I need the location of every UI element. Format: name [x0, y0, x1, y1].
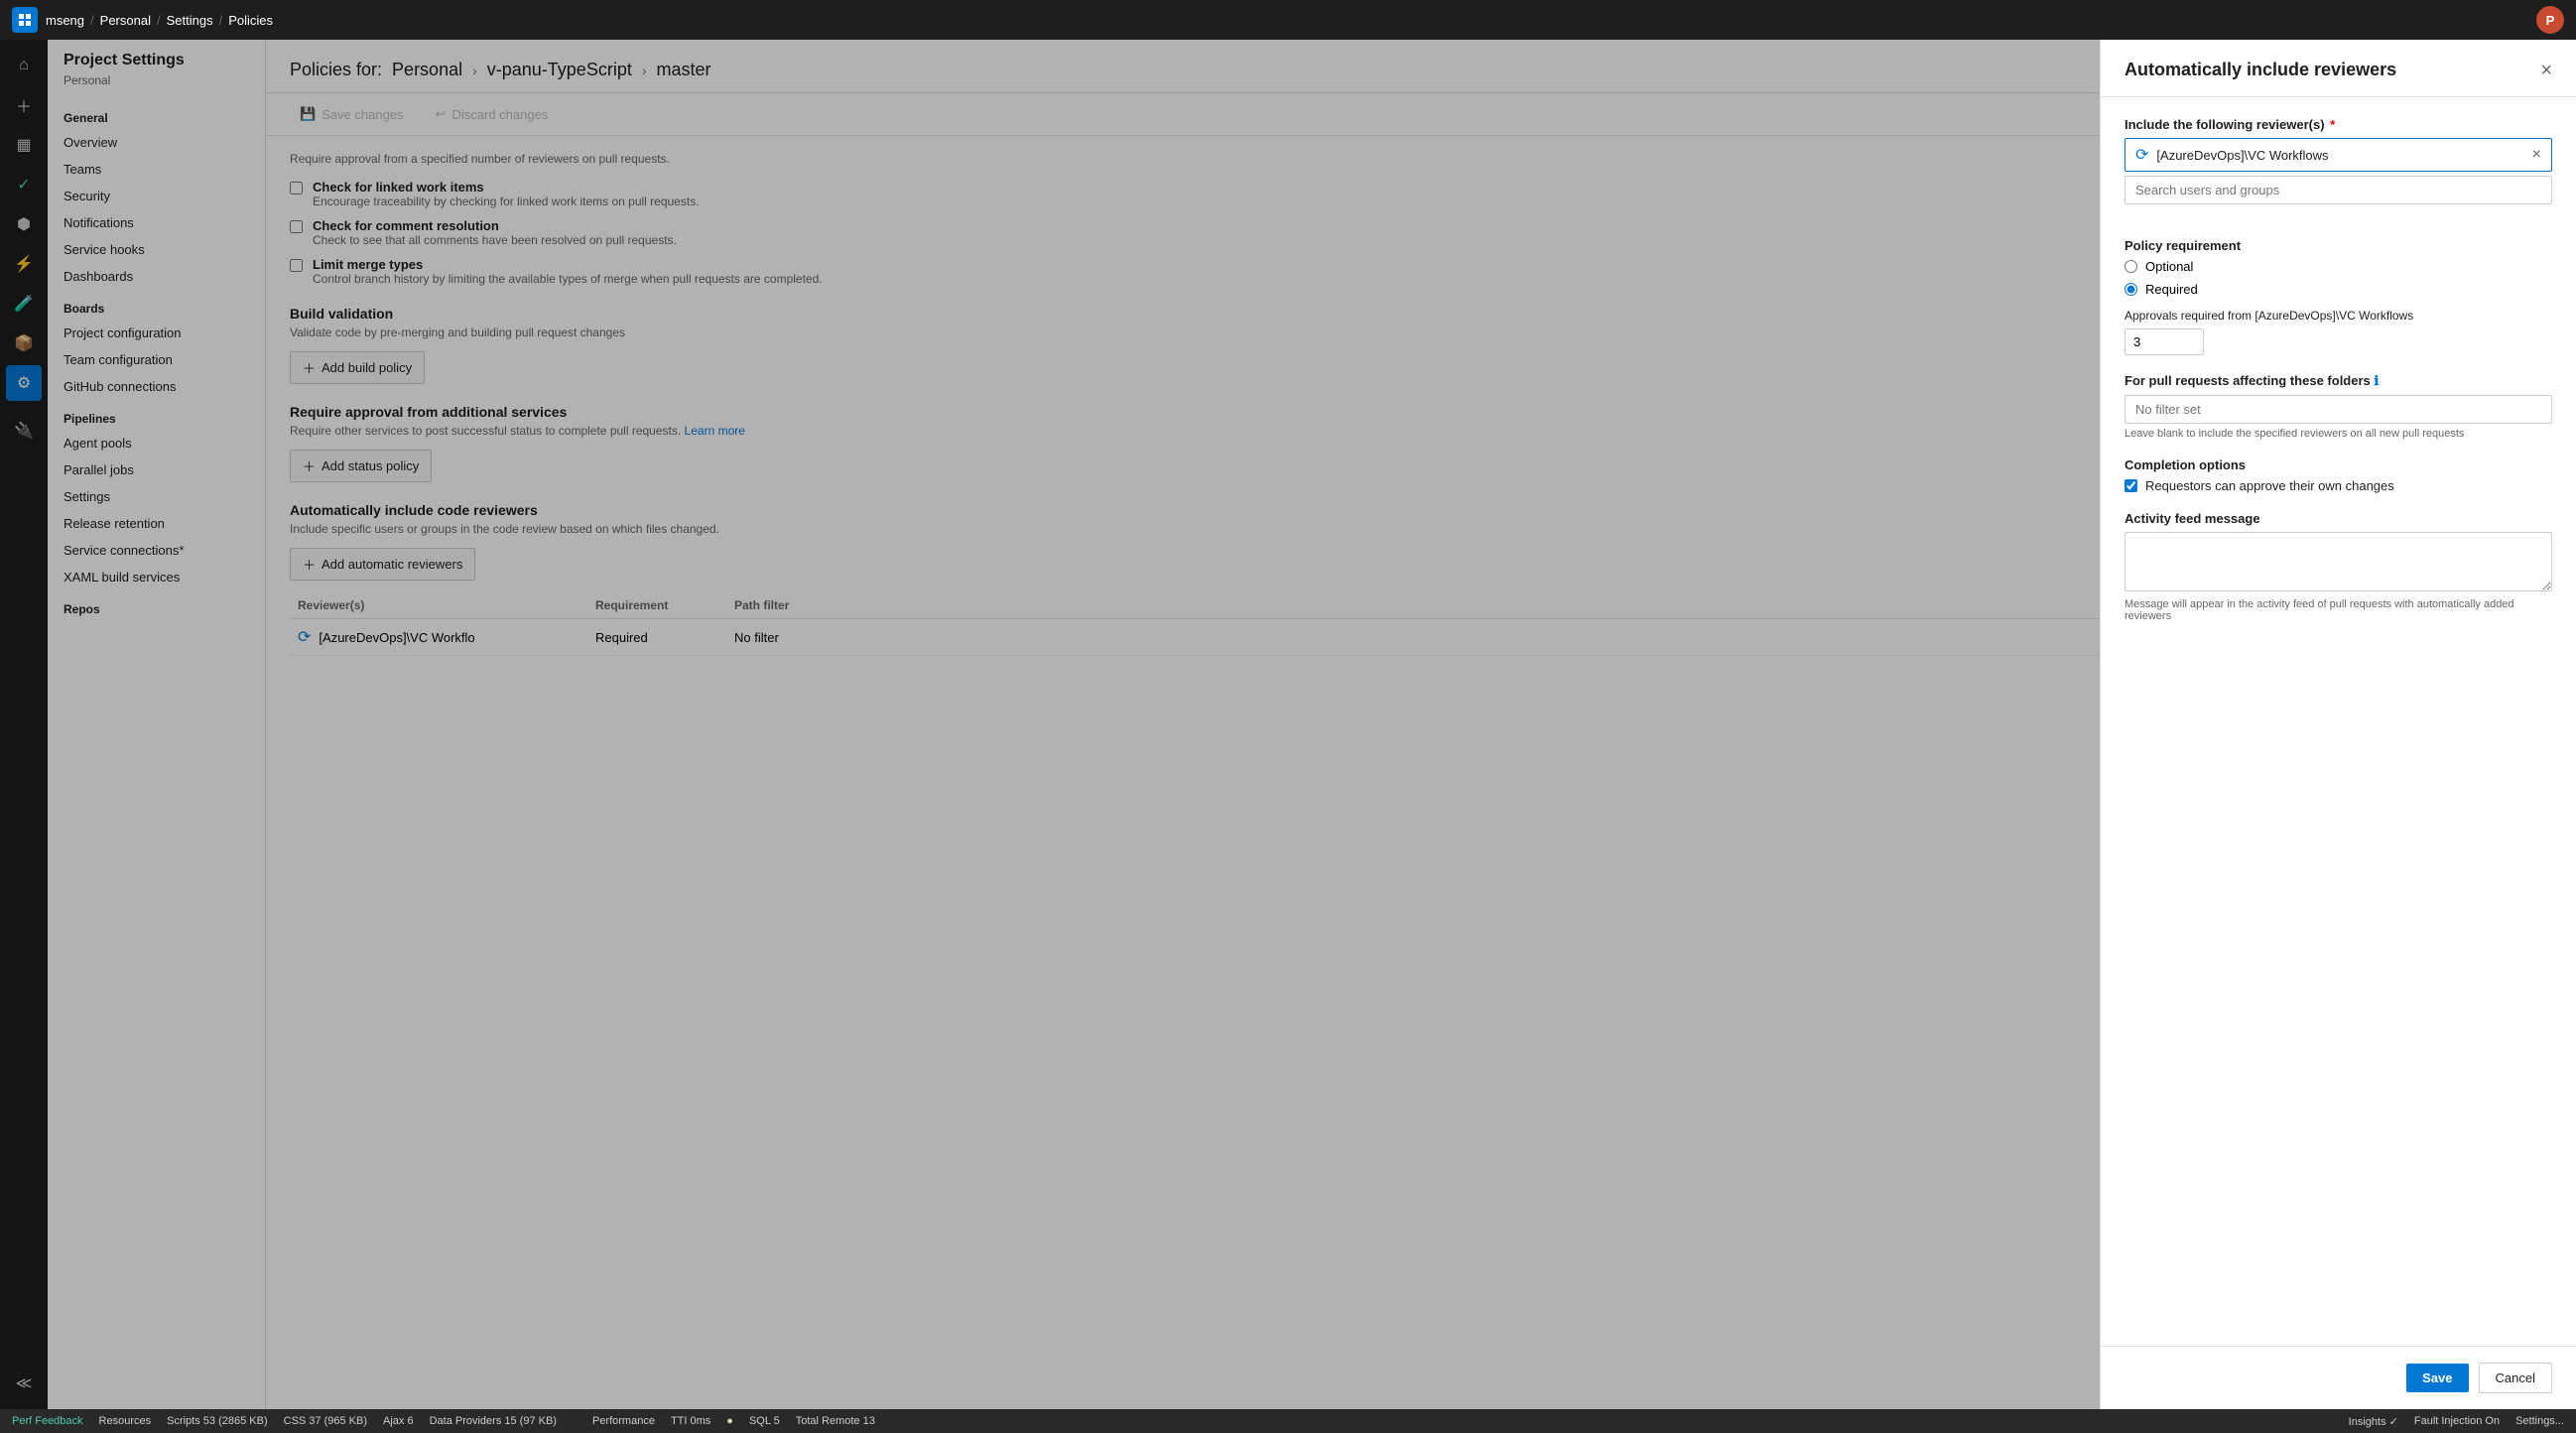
reviewer-picker-section: Include the following reviewer(s) * ⟳ [A…	[2125, 117, 2552, 220]
info-icon[interactable]: ℹ	[2374, 373, 2379, 388]
reviewer-search-input[interactable]	[2125, 176, 2552, 204]
ajax-stat: Ajax 6	[383, 1415, 414, 1427]
modal-title: Automatically include reviewers	[2125, 60, 2396, 80]
folder-filter-hint: Leave blank to include the specified rev…	[2125, 428, 2552, 440]
radio-required[interactable]: Required	[2125, 282, 2552, 297]
policy-radio-group: Optional Required	[2125, 259, 2552, 297]
completion-checkbox[interactable]	[2125, 479, 2137, 492]
reviewer-tag: ⟳ [AzureDevOps]\VC Workflows ×	[2125, 138, 2552, 172]
folder-filter-section: For pull requests affecting these folder…	[2125, 373, 2552, 440]
radio-required-input[interactable]	[2125, 283, 2137, 296]
css-stat: CSS 37 (965 KB)	[284, 1415, 367, 1427]
modal-footer: Save Cancel	[2101, 1346, 2576, 1409]
radio-optional-input[interactable]	[2125, 260, 2137, 273]
reviewer-tag-name: [AzureDevOps]\VC Workflows	[2156, 148, 2328, 163]
insights-stat: Insights ✓	[2349, 1415, 2398, 1428]
settings-stat[interactable]: Settings...	[2515, 1415, 2564, 1427]
folder-filter-input[interactable]	[2125, 395, 2552, 424]
status-bar: Perf Feedback Resources Scripts 53 (2865…	[0, 1409, 2576, 1433]
reviewer-tag-inner: ⟳ [AzureDevOps]\VC Workflows	[2135, 145, 2329, 165]
completion-options-label: Completion options	[2125, 457, 2552, 472]
modal-header: Automatically include reviewers ×	[2101, 40, 2576, 97]
total-remote-stat: Total Remote 13	[796, 1415, 875, 1427]
modal-body: Include the following reviewer(s) * ⟳ [A…	[2101, 97, 2576, 1346]
required-star: *	[2330, 117, 2335, 132]
folder-filter-label: For pull requests affecting these folder…	[2125, 373, 2552, 389]
modal-close-button[interactable]: ×	[2540, 61, 2552, 80]
activity-feed-textarea[interactable]	[2125, 532, 2552, 591]
tti-stat: TTI 0ms	[671, 1415, 710, 1427]
policy-requirement-section: Policy requirement Optional Required App…	[2125, 238, 2552, 355]
resources: Resources	[99, 1415, 152, 1427]
approvals-label: Approvals required from [AzureDevOps]\VC…	[2125, 309, 2552, 323]
auto-reviewers-modal: Automatically include reviewers × Includ…	[2100, 40, 2576, 1409]
data-providers-stat: Data Providers 15 (97 KB)	[430, 1415, 557, 1427]
activity-feed-label: Activity feed message	[2125, 511, 2552, 526]
modal-overlay: Automatically include reviewers × Includ…	[0, 40, 2576, 1409]
perf-feedback[interactable]: Perf Feedback	[12, 1415, 83, 1427]
app-logo[interactable]	[12, 7, 38, 33]
reviewer-field-label: Include the following reviewer(s) *	[2125, 117, 2552, 132]
modal-cancel-button[interactable]: Cancel	[2479, 1363, 2552, 1393]
completion-options-section: Completion options Requestors can approv…	[2125, 457, 2552, 493]
topbar: mseng / Personal / Settings / Policies P	[0, 0, 2576, 40]
user-avatar[interactable]: P	[2536, 6, 2564, 34]
perf-label: Performance	[592, 1415, 655, 1427]
topbar-right: P	[2536, 6, 2564, 34]
modal-save-button[interactable]: Save	[2406, 1364, 2468, 1392]
fault-injection-stat: Fault Injection On	[2414, 1415, 2500, 1427]
reviewer-tag-icon: ⟳	[2135, 145, 2148, 165]
sql-stat: SQL 5	[749, 1415, 780, 1427]
completion-checkbox-label[interactable]: Requestors can approve their own changes	[2125, 478, 2552, 493]
scripts-stat: Scripts 53 (2865 KB)	[167, 1415, 268, 1427]
activity-feed-section: Activity feed message Message will appea…	[2125, 511, 2552, 622]
activity-feed-hint: Message will appear in the activity feed…	[2125, 598, 2552, 622]
breadcrumb: mseng / Personal / Settings / Policies	[46, 13, 273, 28]
policy-requirement-label: Policy requirement	[2125, 238, 2552, 253]
remove-reviewer-button[interactable]: ×	[2532, 146, 2541, 164]
tti-dot: ●	[726, 1415, 733, 1427]
radio-optional[interactable]: Optional	[2125, 259, 2552, 274]
approvals-number-input[interactable]	[2125, 328, 2204, 355]
